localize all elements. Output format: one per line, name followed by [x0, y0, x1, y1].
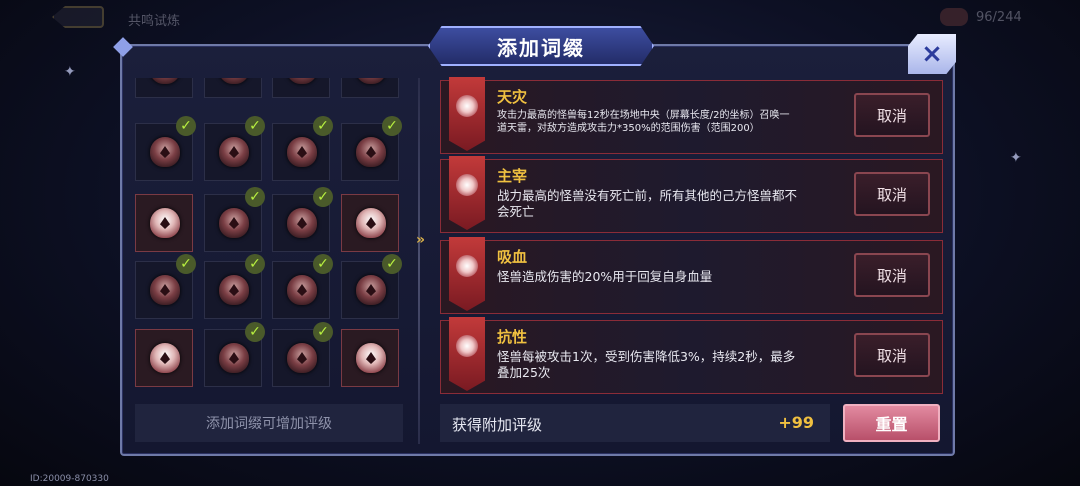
- cancel-button[interactable]: 取消: [854, 172, 930, 216]
- affix-slot[interactable]: ✓: [135, 116, 196, 181]
- arrow-emblem-icon: [287, 208, 317, 238]
- check-icon: ✓: [176, 254, 196, 274]
- affix-slot[interactable]: ✓: [204, 116, 265, 181]
- claw-emblem-icon: [150, 78, 180, 84]
- double-chevron-icon: »: [416, 232, 425, 248]
- top-title: 共鸣试炼: [128, 14, 181, 29]
- back-button[interactable]: [52, 6, 104, 28]
- affix-name: 抗性: [497, 328, 528, 346]
- rank-emblem-icon: [150, 275, 180, 305]
- check-icon: ✓: [245, 187, 265, 207]
- affix-slot[interactable]: ✓: [272, 322, 333, 387]
- close-icon: ×: [921, 39, 943, 69]
- affix-slot[interactable]: ✓: [272, 254, 333, 319]
- check-icon: ✓: [313, 116, 333, 136]
- star-burst-icon: [456, 174, 478, 196]
- affix-name: 天灾: [497, 88, 528, 106]
- affix-slot[interactable]: ✓: [272, 116, 333, 181]
- armor-emblem-icon: [356, 343, 386, 373]
- pyramid-emblem-icon: [356, 137, 386, 167]
- footer-id: ID:20009-870330: [30, 474, 109, 484]
- affix-slot[interactable]: ✓: [135, 254, 196, 319]
- star-decoration-icon: ✦: [1010, 150, 1022, 166]
- check-icon: ✓: [245, 254, 265, 274]
- affix-slot[interactable]: ✓: [341, 116, 402, 181]
- affix-slot[interactable]: [341, 329, 399, 387]
- affix-slot[interactable]: [204, 78, 262, 98]
- cancel-button[interactable]: 取消: [854, 253, 930, 297]
- affix-slot[interactable]: ✓: [272, 187, 333, 252]
- affix-description: 怪兽造成伤害的20%用于回复自身血量: [497, 269, 713, 284]
- swirl-emblem-icon: [356, 208, 386, 238]
- affix-row: 抗性怪兽每被攻击1次，受到伤害降低3%，持续2秒，最多叠加25次 取消: [440, 317, 943, 394]
- top-count: 96/244: [976, 10, 1022, 25]
- affix-description: 攻击力最高的怪兽每12秒在场地中央（屏幕长度/2的坐标）召唤一道天雷，对敌方造成…: [497, 110, 790, 134]
- affix-slot[interactable]: [341, 194, 399, 252]
- affix-icon-grid: ✓ ✓ ✓ ✓ ✓ ✓ ✓ ✓ ✓ ✓ ✓ ✓: [135, 78, 403, 394]
- affix-slot[interactable]: ✓: [204, 254, 265, 319]
- affix-slot[interactable]: [135, 78, 193, 98]
- panel-divider: [418, 78, 420, 444]
- reset-button[interactable]: 重置: [843, 404, 940, 442]
- bonus-bar: 获得附加评级 +99: [440, 404, 830, 442]
- hint-bar: 添加词缀可增加评级: [135, 404, 403, 442]
- bonus-label: 获得附加评级: [452, 416, 543, 434]
- eye-emblem-icon: [219, 137, 249, 167]
- affix-slot[interactable]: [135, 194, 193, 252]
- affix-row: 吸血怪兽造成伤害的20%用于回复自身血量 取消: [440, 237, 943, 314]
- drop-emblem-icon: [219, 343, 249, 373]
- affix-row: 主宰战力最高的怪兽没有死亡前，所有其他的己方怪兽都不会死亡 取消: [440, 156, 943, 233]
- round-shield-emblem-icon: [287, 343, 317, 373]
- affix-slot[interactable]: ✓: [341, 254, 402, 319]
- cancel-button[interactable]: 取消: [854, 93, 930, 137]
- heart-emblem-icon: [219, 208, 249, 238]
- bonus-value: +99: [778, 413, 814, 432]
- dialog-title-plate: 添加词缀: [428, 26, 654, 66]
- check-icon: ✓: [313, 254, 333, 274]
- affix-slot[interactable]: [272, 78, 330, 98]
- affix-slot[interactable]: ✓: [204, 322, 265, 387]
- affix-name: 主宰: [497, 167, 528, 185]
- check-icon: ✓: [382, 254, 402, 274]
- fist-emblem-icon: [150, 208, 180, 238]
- check-icon: ✓: [313, 187, 333, 207]
- affix-slot[interactable]: [341, 78, 399, 98]
- gem-icon: [940, 8, 968, 26]
- helm-emblem-icon: [287, 78, 317, 84]
- burst-emblem-icon: [150, 137, 180, 167]
- star-decoration-icon: ✦: [64, 64, 76, 80]
- close-button[interactable]: ×: [908, 34, 956, 74]
- affix-description: 战力最高的怪兽没有死亡前，所有其他的己方怪兽都不会死亡: [497, 188, 798, 219]
- check-icon: ✓: [245, 322, 265, 342]
- crown-emblem-icon: [356, 78, 386, 84]
- check-icon: ✓: [313, 322, 333, 342]
- slash-emblem-icon: [287, 137, 317, 167]
- lightning-icon: [456, 95, 478, 117]
- shield-emblem-icon: [219, 78, 249, 84]
- dialog-title: 添加词缀: [497, 35, 585, 60]
- cancel-button[interactable]: 取消: [854, 333, 930, 377]
- check-icon: ✓: [382, 116, 402, 136]
- blood-drop-icon: [456, 255, 478, 277]
- affix-slot[interactable]: ✓: [204, 187, 265, 252]
- check-icon: ✓: [176, 116, 196, 136]
- affix-slot[interactable]: [135, 329, 193, 387]
- affix-name: 吸血: [497, 248, 528, 266]
- sword-emblem-icon: [219, 275, 249, 305]
- shield-icon: [456, 335, 478, 357]
- fang-emblem-icon: [287, 275, 317, 305]
- affix-row: 天灾攻击力最高的怪兽每12秒在场地中央（屏幕长度/2的坐标）召唤一道天雷，对敌方…: [440, 77, 943, 154]
- star-emblem-icon: [356, 275, 386, 305]
- check-icon: ✓: [245, 116, 265, 136]
- serpent-emblem-icon: [150, 343, 180, 373]
- affix-description: 怪兽每被攻击1次，受到伤害降低3%，持续2秒，最多叠加25次: [497, 349, 796, 380]
